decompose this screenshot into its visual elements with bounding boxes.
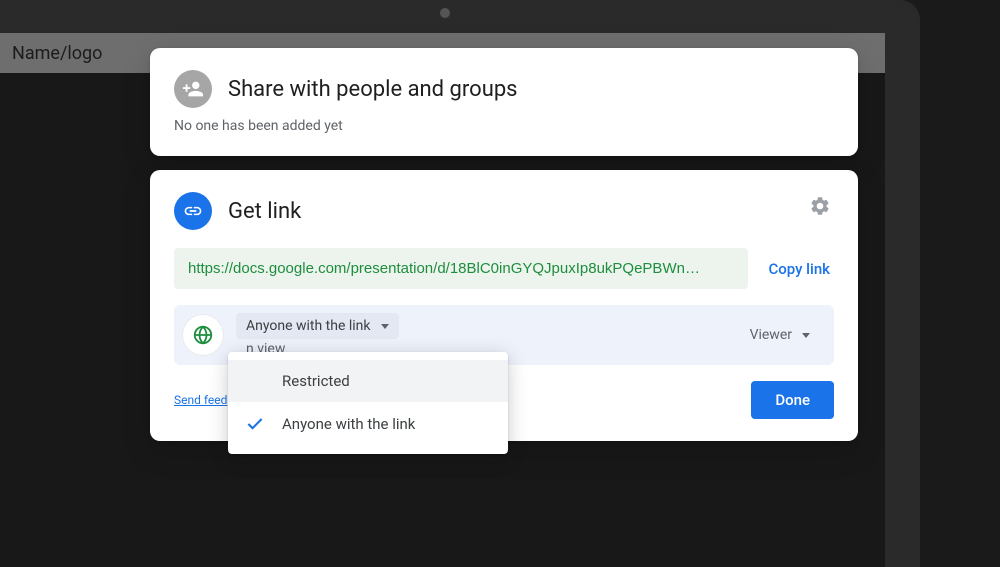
menu-item-label: Anyone with the link bbox=[282, 415, 415, 433]
share-people-card: Share with people and groups No one has … bbox=[150, 48, 858, 156]
access-main: Anyone with the link n view bbox=[236, 313, 730, 357]
link-row: https://docs.google.com/presentation/d/1… bbox=[174, 248, 834, 289]
menu-item-restricted[interactable]: Restricted bbox=[228, 360, 508, 402]
copy-link-button[interactable]: Copy link bbox=[764, 260, 834, 278]
share-modal: Share with people and groups No one has … bbox=[150, 48, 858, 455]
link-icon bbox=[174, 192, 212, 230]
access-scope-dropdown[interactable]: Anyone with the link bbox=[236, 313, 399, 339]
get-link-header: Get link bbox=[174, 192, 834, 230]
globe-icon-wrapper bbox=[182, 314, 224, 356]
role-label: Viewer bbox=[750, 327, 792, 343]
person-add-icon bbox=[174, 70, 212, 108]
done-button[interactable]: Done bbox=[751, 381, 834, 419]
check-icon bbox=[244, 414, 266, 434]
get-link-title: Get link bbox=[228, 199, 301, 224]
browser-camera-dot bbox=[440, 8, 450, 18]
browser-frame: Name/logo Share with people and groups N… bbox=[0, 0, 920, 567]
chevron-down-icon bbox=[802, 333, 810, 338]
share-header: Share with people and groups bbox=[174, 70, 834, 108]
gear-icon bbox=[809, 195, 831, 217]
menu-item-label: Restricted bbox=[282, 372, 350, 390]
role-dropdown[interactable]: Viewer bbox=[742, 321, 818, 349]
access-scope-label: Anyone with the link bbox=[246, 318, 371, 334]
access-scope-menu: Restricted Anyone with the link bbox=[228, 352, 508, 454]
menu-item-anyone-link[interactable]: Anyone with the link bbox=[228, 402, 508, 446]
settings-button[interactable] bbox=[806, 192, 834, 220]
link-url-box[interactable]: https://docs.google.com/presentation/d/1… bbox=[174, 248, 748, 289]
share-title: Share with people and groups bbox=[228, 77, 518, 102]
share-subtitle: No one has been added yet bbox=[174, 118, 834, 134]
globe-icon bbox=[192, 324, 214, 346]
send-feedback-link[interactable]: Send feed bbox=[174, 393, 227, 407]
chevron-down-icon bbox=[381, 324, 389, 329]
